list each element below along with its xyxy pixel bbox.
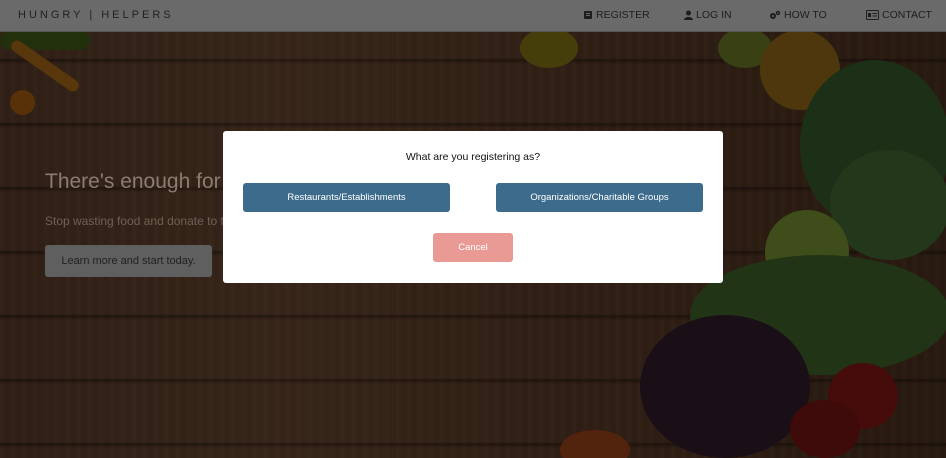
nav-contact-label: CONTACT [882,9,932,21]
cancel-button[interactable]: Cancel [433,233,513,262]
nav-login-link[interactable]: LOG IN [684,9,732,21]
brand-logo[interactable]: HUNGRY | HELPERS [18,9,174,21]
nav-contact-link[interactable]: CONTACT [866,9,932,21]
nav-register-label: REGISTER [596,9,650,21]
restaurants-button[interactable]: Restaurants/Establishments [243,183,450,212]
modal-title: What are you registering as? [405,151,541,163]
hero-title: There's enough for [45,170,221,193]
learn-more-button[interactable]: Learn more and start today. [45,245,212,277]
contact-card-icon [866,10,879,20]
organizations-button[interactable]: Organizations/Charitable Groups [496,183,703,212]
nav-login-label: LOG IN [696,9,732,21]
nav-howto-label: HOW TO [784,9,827,21]
top-navbar: HUNGRY | HELPERS REGISTER LOG IN HOW TO [0,0,946,32]
gears-icon [770,10,781,19]
register-modal: What are you registering as? Restaurants… [223,131,723,283]
nav-howto-link[interactable]: HOW TO [769,9,827,21]
hero-subtitle: Stop wasting food and donate to th [45,214,231,228]
register-icon [584,11,592,19]
nav-register-link[interactable]: REGISTER [583,9,650,21]
user-icon [684,10,693,20]
